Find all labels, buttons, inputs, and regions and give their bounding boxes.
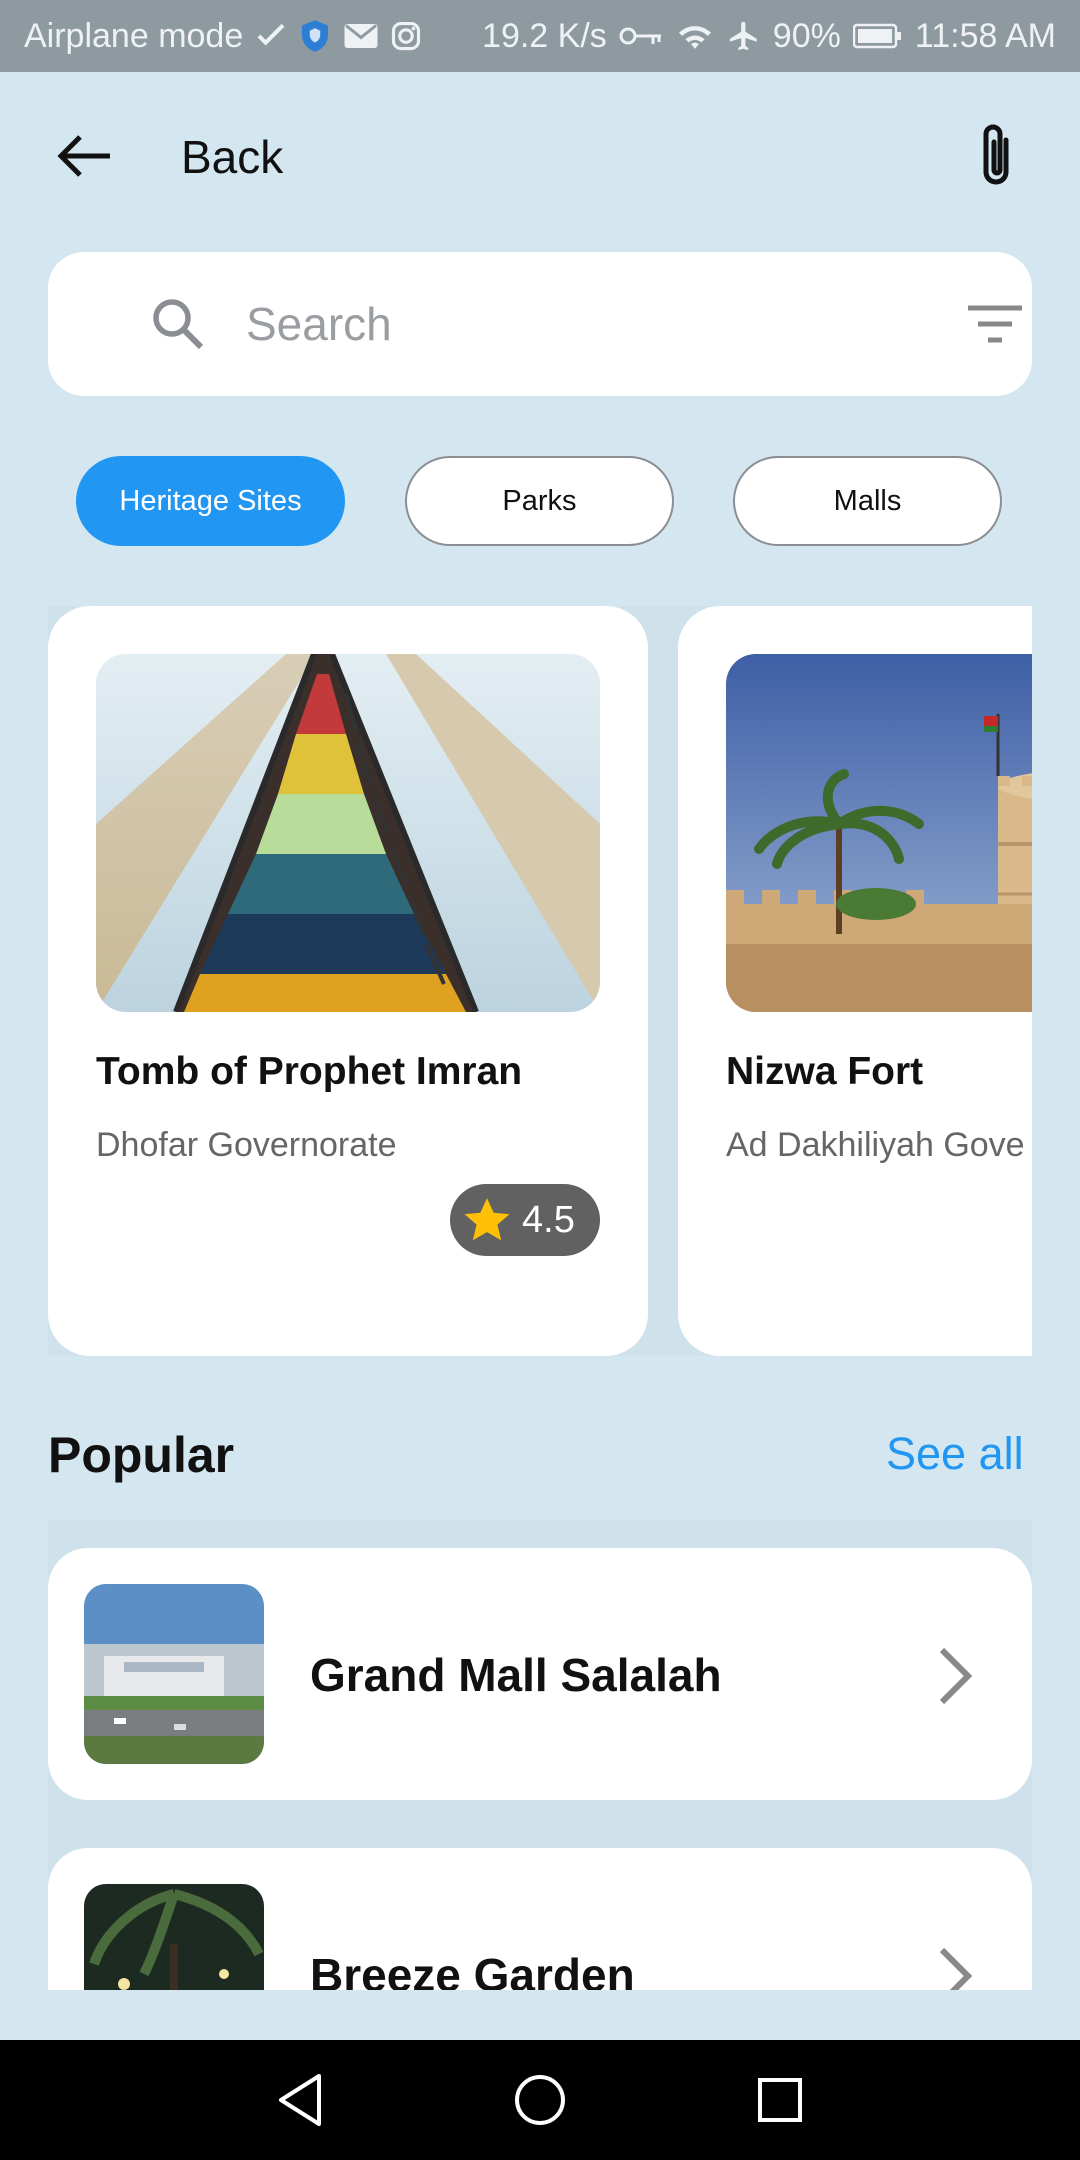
check-badge-icon — [255, 20, 287, 52]
chip-parks[interactable]: Parks — [405, 456, 674, 546]
place-card[interactable]: Tomb of Prophet Imran Dhofar Governorate… — [48, 606, 648, 1356]
battery-icon — [852, 22, 903, 50]
airplane-icon — [727, 19, 761, 53]
rating-value: 4.5 — [522, 1198, 575, 1241]
attach-button[interactable] — [968, 122, 1024, 192]
airplane-mode-text: Airplane mode — [24, 16, 244, 55]
chevron-right-icon — [939, 1947, 973, 1990]
triangle-back-icon — [279, 2074, 321, 2126]
circle-home-icon — [515, 2075, 565, 2125]
nav-recents-button[interactable] — [750, 2070, 810, 2130]
places-carousel[interactable]: Tomb of Prophet Imran Dhofar Governorate… — [48, 606, 1032, 1356]
search-icon — [153, 299, 204, 350]
vpn-key-icon — [619, 24, 663, 48]
place-image — [96, 654, 600, 1012]
list-thumbnail — [84, 1584, 264, 1764]
arrow-left-icon — [57, 135, 110, 177]
chevron-right-icon — [939, 1647, 973, 1705]
back-button[interactable] — [52, 128, 116, 184]
shield-icon — [299, 19, 331, 53]
status-bar: Airplane mode 19.2 K/s 90% 11:58 AM — [0, 0, 1080, 72]
rating-badge: 4.5 — [450, 1184, 600, 1256]
paperclip-icon — [983, 124, 1009, 185]
list-item-title: Breeze Garden — [310, 1949, 635, 1990]
place-region: Dhofar Governorate — [96, 1126, 397, 1164]
battery-percent: 90% — [772, 16, 841, 55]
clock: 11:58 AM — [914, 16, 1056, 55]
list-item[interactable]: Grand Mall Salalah — [48, 1548, 1032, 1800]
list-item-title: Grand Mall Salalah — [310, 1649, 722, 1701]
network-speed: 19.2 K/s — [482, 16, 607, 55]
nav-back-button[interactable] — [270, 2070, 330, 2130]
search-bar — [48, 252, 1032, 396]
back-label[interactable]: Back — [181, 130, 283, 184]
place-title: Tomb of Prophet Imran — [96, 1050, 523, 1093]
popular-list[interactable]: Grand Mall Salalah Breeze Garden — [48, 1520, 1032, 1990]
instagram-icon — [391, 21, 421, 51]
place-image — [726, 654, 1032, 1012]
square-recents-icon — [758, 2078, 802, 2122]
place-region: Ad Dakhiliyah Gove — [726, 1126, 1025, 1164]
place-title: Nizwa Fort — [726, 1050, 924, 1093]
popular-heading: Popular — [48, 1427, 235, 1483]
see-all-link[interactable]: See all — [886, 1428, 1024, 1480]
list-thumbnail — [84, 1884, 264, 1990]
star-icon — [464, 1198, 510, 1241]
mail-icon — [343, 22, 379, 50]
list-item[interactable]: Breeze Garden — [48, 1848, 1032, 1990]
app-header: Back — [0, 108, 1080, 204]
filter-icon[interactable] — [966, 302, 1024, 346]
wifi-icon — [675, 20, 715, 52]
place-card[interactable]: Nizwa Fort Ad Dakhiliyah Gove — [678, 606, 1032, 1356]
search-input[interactable] — [246, 290, 926, 358]
system-nav-bar — [0, 2040, 1080, 2160]
chip-heritage-sites[interactable]: Heritage Sites — [76, 456, 345, 546]
nav-home-button[interactable] — [510, 2070, 570, 2130]
chip-malls[interactable]: Malls — [733, 456, 1002, 546]
